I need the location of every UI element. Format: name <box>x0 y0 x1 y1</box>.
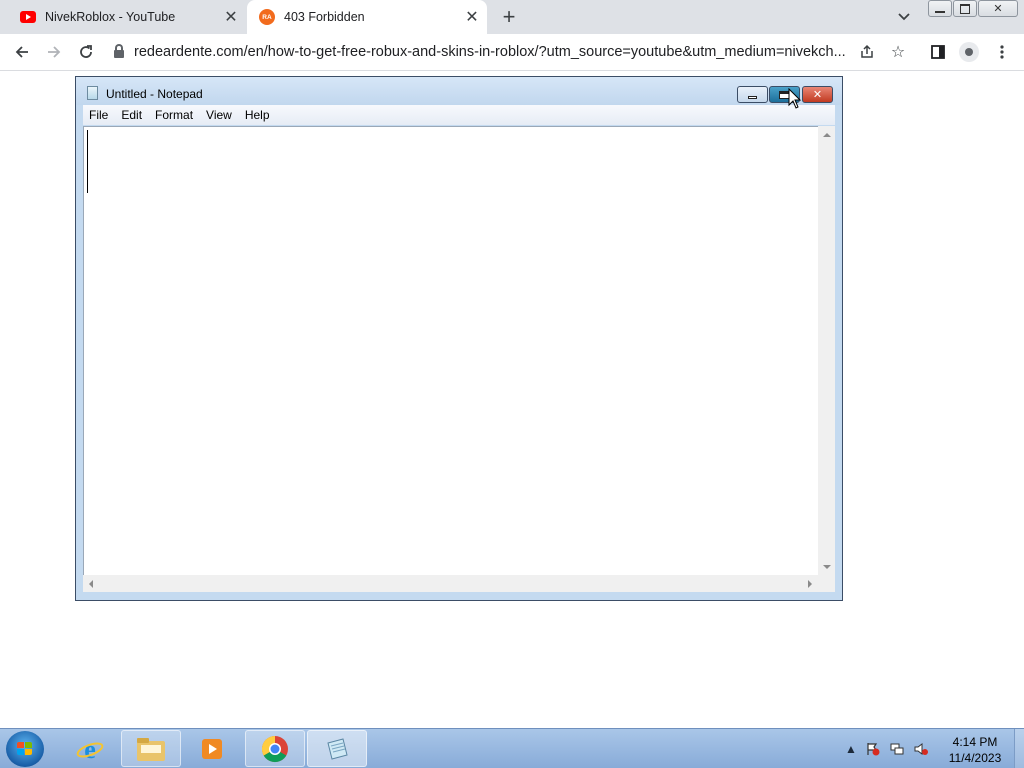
menu-format[interactable]: Format <box>149 105 199 125</box>
internet-explorer-icon: e <box>76 735 104 764</box>
site-favicon-icon: RA <box>259 9 275 25</box>
resize-grip[interactable] <box>818 575 835 592</box>
forward-button[interactable] <box>42 40 66 64</box>
restore-browser-button[interactable] <box>953 0 977 17</box>
internet-explorer-taskbar-button[interactable]: e <box>60 730 120 767</box>
clock-time: 4:14 PM <box>952 735 998 749</box>
show-hidden-icons-icon[interactable]: ▲ <box>844 742 858 756</box>
profile-avatar[interactable] <box>959 42 979 62</box>
tab-youtube[interactable]: NivekRoblox - YouTube ✕ <box>8 0 246 34</box>
svg-text:e: e <box>84 735 96 764</box>
chrome-icon <box>261 735 288 762</box>
youtube-icon <box>20 9 36 25</box>
folder-icon <box>137 737 165 761</box>
notepad-icon <box>87 86 98 100</box>
minimize-browser-button[interactable] <box>928 0 952 17</box>
vertical-scrollbar[interactable] <box>818 126 835 576</box>
browser-toolbar: redeardente.com/en/how-to-get-free-robux… <box>0 34 1024 71</box>
scroll-left-arrow-icon[interactable] <box>89 580 93 588</box>
lock-icon[interactable] <box>114 44 124 58</box>
tab-search-chevron-icon[interactable] <box>895 8 913 26</box>
scroll-down-arrow-icon[interactable] <box>823 565 831 569</box>
new-tab-button[interactable]: + <box>498 4 520 29</box>
back-button[interactable] <box>10 40 34 64</box>
notepad-icon <box>327 737 348 760</box>
text-editor-area[interactable] <box>83 126 818 576</box>
url-text: redeardente.com/en/how-to-get-free-robux… <box>134 44 846 60</box>
notepad-title-bar[interactable]: Untitled - Notepad ✕ <box>76 77 842 105</box>
address-bar[interactable]: redeardente.com/en/how-to-get-free-robux… <box>108 38 854 66</box>
tab-title: 403 Forbidden <box>284 10 365 24</box>
system-clock[interactable]: 4:14 PM 11/4/2023 <box>940 734 1010 766</box>
media-player-icon <box>202 738 222 759</box>
windows-logo-icon <box>17 742 33 756</box>
close-tab-icon[interactable]: ✕ <box>463 8 481 26</box>
tab-forbidden[interactable]: RA 403 Forbidden ✕ <box>247 0 487 34</box>
menu-file[interactable]: File <box>83 105 114 125</box>
scroll-right-arrow-icon[interactable] <box>808 580 812 588</box>
window-title: Untitled - Notepad <box>106 87 203 101</box>
notepad-taskbar-button[interactable] <box>307 730 367 767</box>
menu-view[interactable]: View <box>200 105 238 125</box>
minimize-button[interactable] <box>737 86 768 103</box>
taskbar: e ▲ 4:14 PM 11/4/2023 <box>0 728 1024 768</box>
action-center-flag-icon[interactable] <box>866 742 880 756</box>
chrome-taskbar-button[interactable] <box>245 730 305 767</box>
volume-muted-icon[interactable] <box>914 742 928 756</box>
clock-date: 11/4/2023 <box>948 751 1002 765</box>
close-button[interactable]: ✕ <box>802 86 833 103</box>
notepad-window: Untitled - Notepad ✕ File Edit Format Vi… <box>75 76 843 601</box>
reload-button[interactable] <box>74 40 98 64</box>
menu-edit[interactable]: Edit <box>115 105 148 125</box>
menu-help[interactable]: Help <box>239 105 276 125</box>
media-player-taskbar-button[interactable] <box>182 730 242 767</box>
horizontal-scrollbar[interactable] <box>83 575 818 592</box>
close-browser-button[interactable]: ✕ <box>978 0 1018 17</box>
menu-kebab-icon[interactable] <box>992 42 1012 62</box>
scroll-up-arrow-icon[interactable] <box>823 133 831 137</box>
network-icon[interactable] <box>890 742 904 756</box>
menu-bar: File Edit Format View Help <box>83 105 835 125</box>
start-button[interactable] <box>6 731 44 767</box>
text-caret <box>87 130 88 193</box>
side-panel-icon[interactable] <box>928 42 948 62</box>
tab-strip: NivekRoblox - YouTube ✕ RA 403 Forbidden… <box>0 0 1024 34</box>
tab-title: NivekRoblox - YouTube <box>45 10 176 24</box>
share-icon[interactable] <box>857 42 877 62</box>
close-tab-icon[interactable]: ✕ <box>222 8 240 26</box>
explorer-taskbar-button[interactable] <box>121 730 181 767</box>
show-desktop-button[interactable] <box>1014 729 1024 768</box>
bookmark-star-icon[interactable]: ☆ <box>888 42 908 62</box>
mouse-pointer-icon <box>788 88 802 109</box>
